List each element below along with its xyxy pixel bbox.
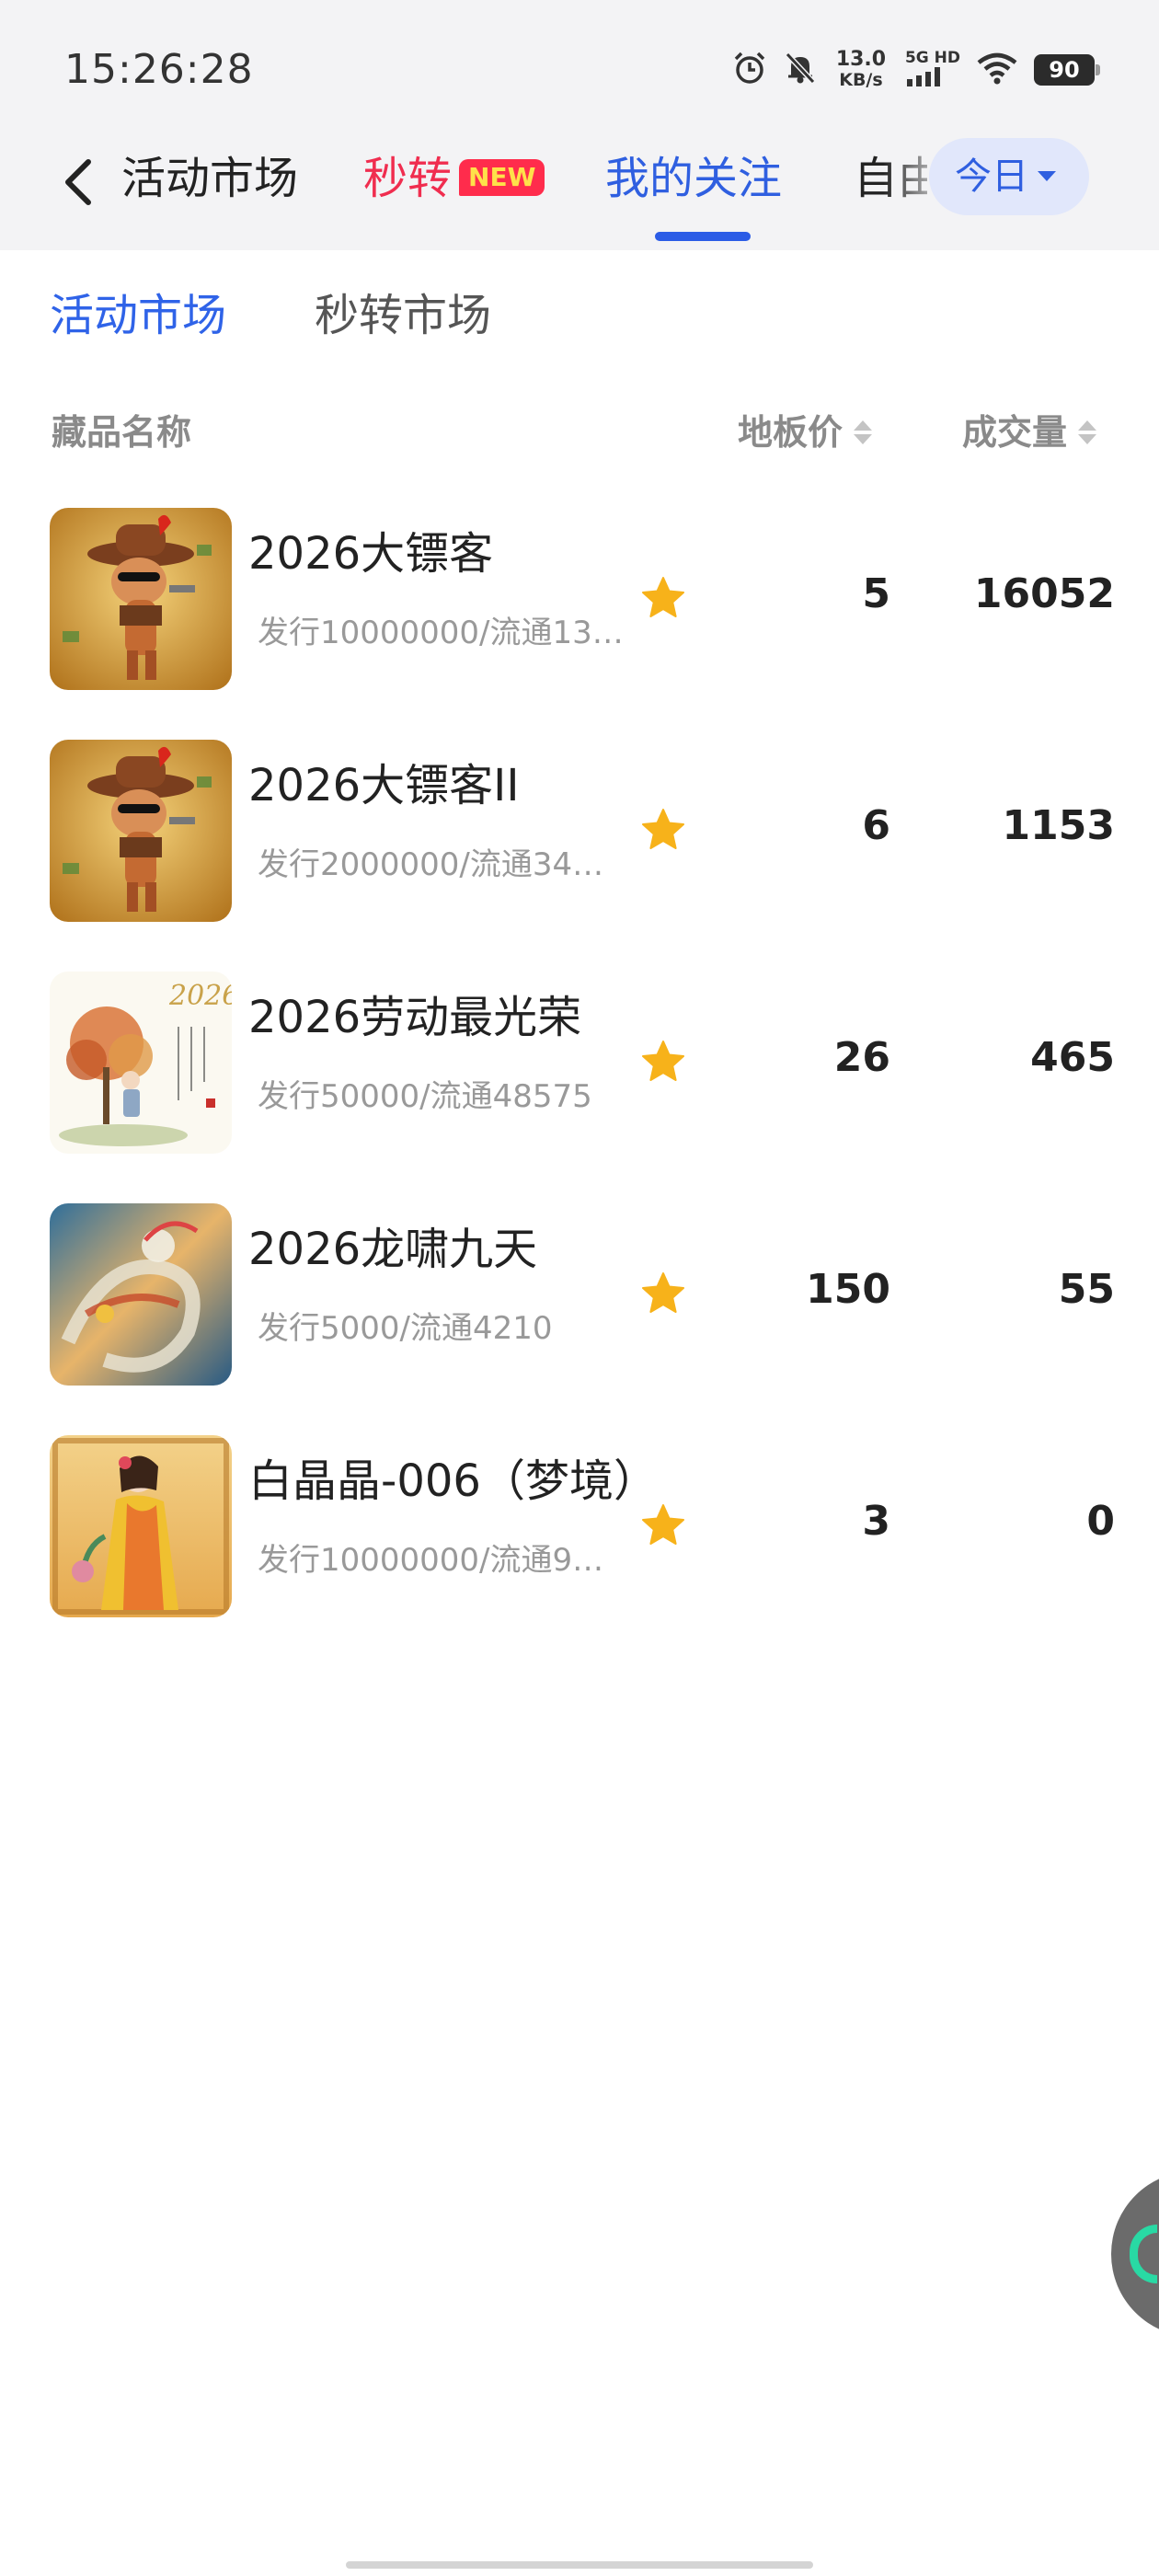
floor-price-label: 地板价 [738, 412, 843, 453]
alarm-icon [732, 51, 767, 89]
item-title: 白晶晶-006（梦境） [248, 1455, 644, 1507]
today-label: 今日 [955, 155, 1028, 198]
list-item[interactable]: 2026大镖客 发行10000000/流通13… 5 16052 [0, 504, 1159, 736]
floor-price: 5 [862, 570, 890, 617]
trade-volume: 0 [1086, 1498, 1115, 1545]
item-issue-info: 发行10000000/流通9… [258, 1542, 604, 1579]
trade-volume: 16052 [973, 570, 1115, 617]
status-icons: 13.0 KB/s 5G HD 90 [732, 48, 1100, 92]
back-button[interactable] [53, 145, 105, 219]
item-title: 2026大镖客 [248, 528, 494, 580]
subtab-second-market[interactable]: 秒转市场 [315, 283, 491, 348]
item-thumbnail [50, 508, 232, 690]
header-area: 15:26:28 13.0 KB/s 5G HD 90 活动市场 秒转 NEW … [0, 0, 1159, 250]
mute-icon [784, 51, 817, 89]
item-thumbnail [50, 1203, 232, 1386]
star-icon[interactable] [639, 1501, 687, 1549]
floor-price: 3 [862, 1498, 890, 1545]
floor-price: 150 [806, 1266, 890, 1313]
list-item[interactable]: 2026龙啸九天 发行5000/流通4210 150 55 [0, 1200, 1159, 1432]
sort-icon [854, 417, 873, 448]
item-title: 2026大镖客II [248, 760, 520, 811]
item-thumbnail: 2026 [50, 972, 232, 1154]
item-title: 2026劳动最光荣 [248, 992, 582, 1043]
new-badge: NEW [459, 159, 545, 196]
battery-icon: 90 [1034, 54, 1100, 86]
active-tab-indicator [655, 232, 751, 241]
net-speed: 13.0 KB/s [835, 48, 887, 91]
list-item[interactable]: 2026大镖客II 发行2000000/流通34… 6 1153 [0, 736, 1159, 968]
collection-list: 2026大镖客 发行10000000/流通13… 5 16052 2026大镖客… [0, 504, 1159, 1663]
signal-icon: 5G HD [905, 50, 960, 90]
status-time: 15:26:28 [64, 46, 254, 93]
star-icon[interactable] [639, 806, 687, 854]
trade-volume: 55 [1058, 1266, 1115, 1313]
trade-volume: 465 [1030, 1034, 1115, 1081]
page: 15:26:28 13.0 KB/s 5G HD 90 活动市场 秒转 NEW … [0, 0, 1159, 2576]
column-header-volume[interactable]: 成交量 [962, 405, 1097, 460]
subtab-activity-market[interactable]: 活动市场 [50, 283, 226, 348]
item-issue-info: 发行2000000/流通34… [258, 846, 604, 883]
item-issue-info: 发行5000/流通4210 [258, 1310, 553, 1347]
floor-price: 26 [833, 1034, 890, 1081]
star-icon[interactable] [639, 1270, 687, 1317]
top-tabs: 活动市场 秒转NEW 我的关注 自由 今日 [0, 138, 1159, 250]
item-issue-info: 发行50000/流通48575 [258, 1078, 592, 1115]
tab-second-label: 秒转 [363, 153, 453, 204]
trade-volume: 1153 [1002, 802, 1115, 849]
floor-price: 6 [862, 802, 890, 849]
star-icon[interactable] [639, 1038, 687, 1086]
wifi-icon [977, 52, 1017, 88]
volume-label: 成交量 [962, 412, 1068, 453]
list-item[interactable]: 白晶晶-006（梦境） 发行10000000/流通9… 3 0 [0, 1432, 1159, 1663]
sort-icon [1078, 417, 1097, 448]
column-header-floor-price[interactable]: 地板价 [738, 405, 873, 460]
svg-text:2026: 2026 [168, 980, 232, 1012]
chevron-left-icon [65, 159, 91, 205]
list-item[interactable]: 2026 2026劳动最光荣 发行50000/流通48575 26 465 [0, 968, 1159, 1200]
caret-down-icon [1038, 171, 1056, 181]
assistant-icon [1130, 2225, 1157, 2283]
item-issue-info: 发行10000000/流通13… [258, 615, 624, 651]
tab-second-transfer[interactable]: 秒转 NEW [363, 149, 545, 208]
tab-activity-market[interactable]: 活动市场 [121, 149, 298, 208]
tab-my-follow[interactable]: 我的关注 [605, 149, 782, 208]
column-header-name: 藏品名称 [52, 412, 192, 453]
item-thumbnail [50, 1435, 232, 1617]
item-title: 2026龙啸九天 [248, 1224, 538, 1275]
item-thumbnail [50, 740, 232, 922]
status-bar: 15:26:28 13.0 KB/s 5G HD 90 [0, 0, 1159, 138]
floating-assistant-button[interactable] [1111, 2171, 1159, 2337]
today-dropdown[interactable]: 今日 [929, 138, 1089, 215]
home-indicator[interactable] [346, 2561, 813, 2569]
star-icon[interactable] [639, 574, 687, 622]
